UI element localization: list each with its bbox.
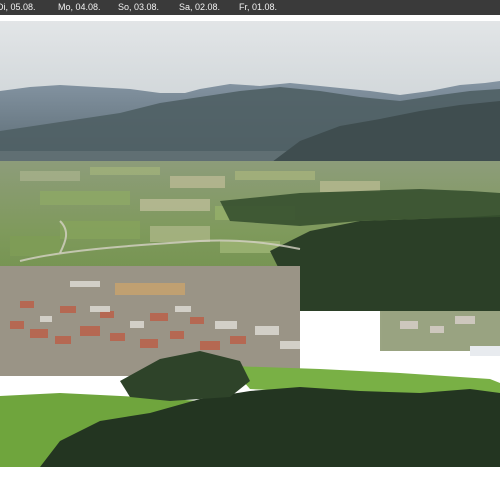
village-right: [380, 311, 500, 356]
webcam-image[interactable]: [0, 21, 500, 467]
date-tab-friday[interactable]: Fr, 01.08.: [239, 0, 277, 15]
date-tab-saturday[interactable]: Sa, 02.08.: [179, 0, 220, 15]
date-tab-monday[interactable]: Mo, 04.08.: [58, 0, 101, 15]
date-tab-bar: Di, 05.08. Mo, 04.08. So, 03.08. Sa, 02.…: [0, 0, 500, 16]
town: [0, 266, 300, 376]
date-tab-tuesday[interactable]: Di, 05.08.: [0, 0, 36, 15]
landscape-photo-icon: [0, 21, 500, 467]
bottom-spacer: [0, 467, 500, 500]
date-tab-sunday[interactable]: So, 03.08.: [118, 0, 159, 15]
